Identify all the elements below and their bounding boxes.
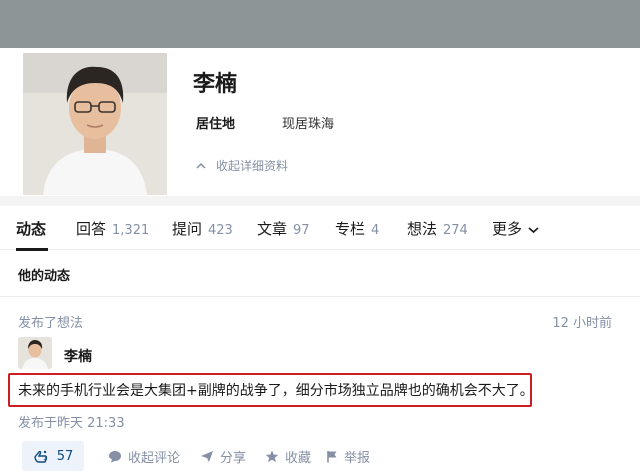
report-label: 举报: [344, 451, 371, 466]
author-photo: [18, 337, 52, 369]
profile-name: 李楠: [193, 72, 238, 97]
tab-articles[interactable]: 文章 97: [257, 218, 310, 239]
tab-count: 423: [208, 223, 233, 238]
tab-count: 1,321: [112, 223, 150, 238]
tab-activity[interactable]: 动态: [16, 218, 46, 239]
tab-label: 更多: [492, 220, 523, 238]
tab-label: 动态: [16, 220, 47, 238]
share-button[interactable]: 分享: [200, 447, 246, 466]
feed-timestamp: 12 小时前: [552, 316, 612, 331]
profile-cover: [0, 0, 640, 48]
chevron-down-icon: [528, 227, 539, 234]
applause-icon: [34, 450, 47, 463]
tab-count: 97: [293, 223, 310, 238]
author-avatar[interactable]: [18, 337, 52, 369]
flag-icon: [327, 451, 337, 463]
location-label: 居住地: [196, 117, 236, 132]
divider: [0, 296, 640, 297]
share-label: 分享: [220, 451, 247, 466]
location-value: 现居珠海: [282, 117, 335, 132]
comments-button[interactable]: 收起评论: [108, 447, 180, 466]
section-title: 他的动态: [18, 269, 71, 284]
profile-avatar[interactable]: [20, 50, 170, 198]
collect-label: 收藏: [285, 451, 312, 466]
tab-label: 专栏: [335, 220, 366, 238]
star-icon: [265, 450, 279, 462]
avatar-photo: [23, 53, 167, 195]
comment-icon: [109, 451, 121, 463]
tab-label: 回答: [76, 220, 107, 238]
vote-count: 57: [56, 448, 74, 464]
post-date[interactable]: 发布于昨天 21:33: [18, 412, 125, 431]
tab-label: 提问: [172, 220, 203, 238]
tab-answers[interactable]: 回答 1,321: [76, 218, 149, 239]
feed-action-text: 发布了想法: [18, 316, 84, 331]
collect-button[interactable]: 收藏: [265, 447, 311, 466]
tab-count: 4: [371, 223, 380, 238]
tab-more[interactable]: 更多: [492, 218, 539, 239]
chevron-up-icon: [196, 162, 206, 169]
comments-label: 收起评论: [128, 451, 181, 466]
profile-tabs: 动态 回答 1,321 提问 423 文章 97 专栏 4 想法 274 更多: [0, 206, 640, 251]
active-tab-indicator: [16, 248, 48, 251]
section-gap: [0, 196, 640, 206]
post-content: 未来的手机行业会是大集团+副牌的战争了，细分市场独立品牌也的确机会不大了。: [18, 383, 534, 399]
collapse-details-button[interactable]: 收起详细资料: [196, 157, 288, 174]
report-button[interactable]: 举报: [326, 447, 370, 466]
tab-count: 274: [443, 223, 468, 238]
author-name[interactable]: 李楠: [64, 346, 92, 366]
tab-label: 想法: [407, 220, 438, 238]
share-icon: [201, 451, 213, 462]
vote-button[interactable]: 57: [22, 441, 84, 471]
tab-thoughts[interactable]: 想法 274: [407, 218, 468, 239]
collapse-details-label: 收起详细资料: [216, 159, 289, 173]
tab-label: 文章: [257, 220, 288, 238]
tab-columns[interactable]: 专栏 4: [335, 218, 379, 239]
tab-questions[interactable]: 提问 423: [172, 218, 233, 239]
